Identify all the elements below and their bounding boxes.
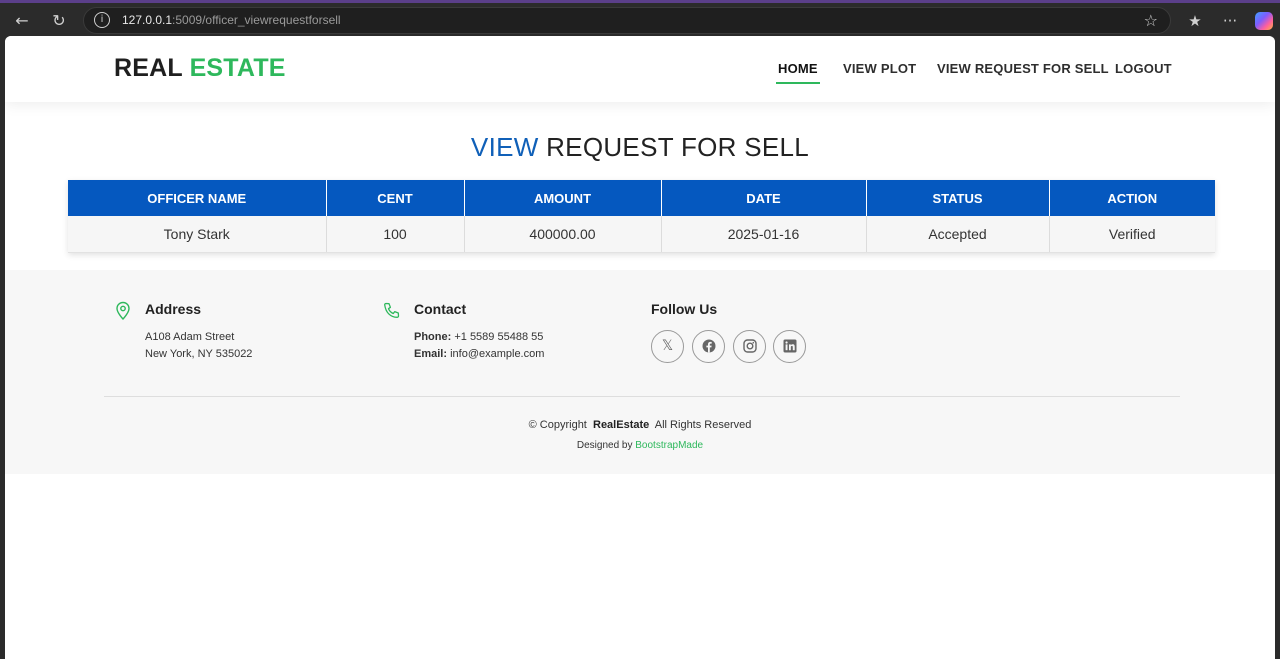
contact-email: Email: info@example.com <box>414 348 544 360</box>
column-header-status: STATUS <box>866 180 1050 216</box>
page-viewport: REAL ESTATE HOME VIEW PLOT VIEW REQUEST … <box>5 36 1275 659</box>
contact-heading: Contact <box>414 301 467 317</box>
favorites-icon[interactable]: ★ <box>1184 10 1206 32</box>
site-info-icon[interactable]: i <box>94 12 110 28</box>
instagram-icon[interactable] <box>733 330 766 363</box>
browser-toolbar: ← ↻ i 127.0.0.1:5009/officer_viewrequest… <box>0 0 1280 36</box>
logo-main: REAL <box>114 54 183 82</box>
table-row: Tony Stark 100 400000.00 2025-01-16 Acce… <box>68 216 1215 253</box>
designed-prefix: Designed by <box>576 440 633 451</box>
address-line-2: New York, NY 535022 <box>145 348 253 360</box>
cell-date: 2025-01-16 <box>661 216 867 253</box>
follow-heading: Follow Us <box>651 301 718 317</box>
nav-view-request-for-sell[interactable]: VIEW REQUEST FOR SELL <box>937 61 1109 76</box>
email-label: Email: <box>414 348 448 360</box>
facebook-icon[interactable] <box>692 330 725 363</box>
table-header-row: OFFICER NAME CENT AMOUNT DATE STATUS ACT… <box>68 180 1215 216</box>
site-header: REAL ESTATE HOME VIEW PLOT VIEW REQUEST … <box>5 36 1275 102</box>
email-value: info@example.com <box>450 348 545 360</box>
favorite-star-icon[interactable]: ☆ <box>1144 11 1158 30</box>
page-title: VIEW REQUEST FOR SELL <box>5 132 1275 163</box>
url-path: :5009/officer_viewrequestforsell <box>172 13 341 27</box>
bootstrapmade-link[interactable]: BootstrapMade <box>635 440 703 451</box>
logo-accent: ESTATE <box>189 54 286 82</box>
address-line-1: A108 Adam Street <box>145 331 235 343</box>
address-heading: Address <box>145 301 202 317</box>
map-pin-icon <box>116 301 130 321</box>
designed-by: Designed by BootstrapMade <box>5 440 1275 451</box>
request-table: OFFICER NAME CENT AMOUNT DATE STATUS ACT… <box>68 180 1215 253</box>
page-title-rest: REQUEST FOR SELL <box>546 132 810 162</box>
linkedin-icon[interactable] <box>773 330 806 363</box>
x-twitter-icon[interactable]: 𝕏 <box>651 330 684 363</box>
copyright-brand: RealEstate <box>593 419 650 431</box>
url-host: 127.0.0.1 <box>122 13 173 27</box>
column-header-officer-name: OFFICER NAME <box>68 180 327 216</box>
column-header-amount: AMOUNT <box>464 180 662 216</box>
phone-icon <box>384 302 400 318</box>
cell-status: Accepted <box>866 216 1050 253</box>
nav-view-plot[interactable]: VIEW PLOT <box>843 61 916 76</box>
phone-value: +1 5589 55488 55 <box>454 331 544 343</box>
nav-home[interactable]: HOME <box>776 61 820 84</box>
copyright-prefix: © Copyright <box>528 419 587 431</box>
copyright: © Copyright RealEstate All Rights Reserv… <box>5 419 1275 431</box>
cell-cent: 100 <box>326 216 465 253</box>
refresh-icon[interactable]: ↻ <box>48 10 70 32</box>
cell-action: Verified <box>1049 216 1215 253</box>
phone-label: Phone: <box>414 331 452 343</box>
column-header-cent: CENT <box>326 180 465 216</box>
nav-logout[interactable]: LOGOUT <box>1115 61 1172 76</box>
site-logo[interactable]: REAL ESTATE <box>114 54 286 83</box>
url-text[interactable]: 127.0.0.1:5009/officer_viewrequestforsel… <box>122 13 341 27</box>
page-title-highlight: VIEW <box>470 132 539 162</box>
footer-divider <box>104 396 1180 397</box>
cell-officer-name: Tony Stark <box>68 216 327 253</box>
copilot-icon[interactable] <box>1255 12 1273 30</box>
copyright-suffix: All Rights Reserved <box>654 419 752 431</box>
site-footer: Address A108 Adam Street New York, NY 53… <box>5 270 1275 474</box>
back-icon[interactable]: ← <box>11 10 33 32</box>
cell-amount: 400000.00 <box>464 216 662 253</box>
contact-phone: Phone: +1 5589 55488 55 <box>414 331 543 343</box>
more-icon[interactable]: ··· <box>1219 10 1241 32</box>
address-bar[interactable]: i 127.0.0.1:5009/officer_viewrequestfors… <box>83 7 1171 34</box>
column-header-action: ACTION <box>1049 180 1215 216</box>
column-header-date: DATE <box>661 180 867 216</box>
